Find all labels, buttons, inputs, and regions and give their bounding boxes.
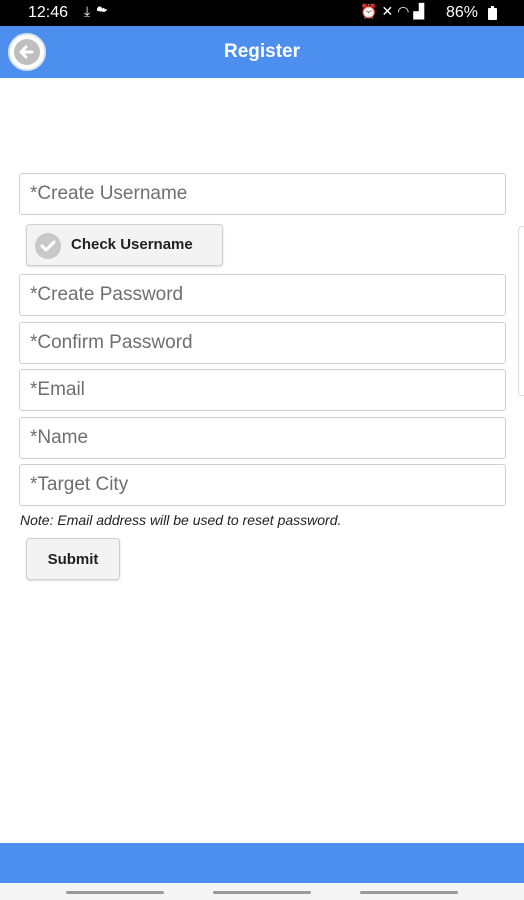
check-username-button[interactable]: Check Username: [26, 224, 223, 266]
status-bar: 12:46 ⤓☁ ⏰✕◠▟ 86%: [0, 0, 524, 26]
status-time: 12:46: [28, 4, 69, 21]
status-left-icons: ⤓☁: [84, 3, 113, 20]
footer-bar: [0, 843, 524, 883]
mute-icon: ✕: [381, 3, 398, 19]
submit-button[interactable]: Submit: [26, 538, 120, 580]
scroll-handle[interactable]: [518, 226, 524, 396]
wifi-icon: ◠: [397, 3, 414, 19]
status-right-icons: ⏰✕◠▟: [360, 3, 428, 20]
check-username-label: Check Username: [71, 236, 193, 253]
signal-icon: ▟: [413, 3, 429, 19]
app-header: Register: [0, 26, 524, 78]
password-input[interactable]: [19, 274, 506, 316]
battery-icon: [488, 6, 497, 20]
page-title: Register: [223, 41, 301, 62]
back-arrow-glyph: [19, 45, 34, 59]
checkmark-icon: [35, 233, 61, 259]
alarm-icon: ⏰: [360, 3, 382, 19]
email-note: Note: Email address will be used to rese…: [20, 512, 342, 528]
confirm-password-input[interactable]: [19, 322, 506, 364]
nav-home-button[interactable]: [213, 891, 311, 894]
cloud-icon: ☁: [96, 3, 114, 19]
name-input[interactable]: [19, 417, 506, 459]
target-city-input[interactable]: [19, 464, 506, 506]
download-icon: ⤓: [84, 3, 97, 19]
nav-back-button[interactable]: [360, 891, 458, 894]
username-input[interactable]: [19, 173, 506, 215]
email-input[interactable]: [19, 369, 506, 411]
battery-percent: 86%: [446, 4, 479, 21]
back-button[interactable]: [8, 33, 46, 71]
nav-recents-button[interactable]: [66, 891, 164, 894]
system-nav-bar: [0, 883, 524, 900]
